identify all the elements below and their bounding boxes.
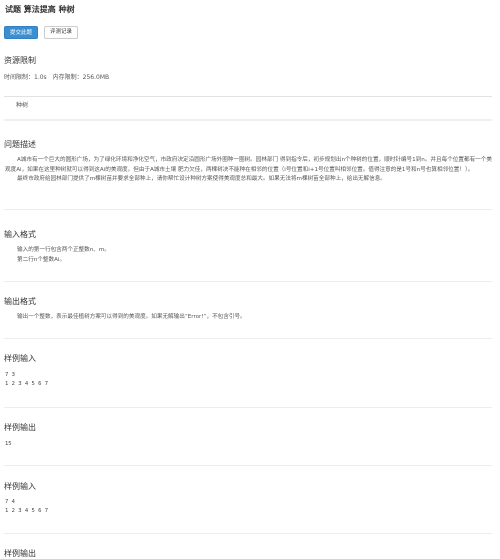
sample-input-line: 7 3 [5, 372, 15, 378]
sample-input-line: 1 2 3 4 5 6 7 [5, 381, 49, 387]
sample-output-block: 15 [5, 440, 12, 449]
divider [4, 119, 492, 121]
output-format-heading: 输出格式 [4, 297, 36, 306]
problem-tag: 种树 [16, 102, 29, 109]
sample-output-heading-2: 样例输出 [4, 549, 36, 558]
description-paragraph-1: A城市有一个巨大的圆形广场，为了绿化环境和净化空气，市政府决定沿圆形广场外圈种一… [5, 157, 492, 173]
description-paragraph-2: 最终市政府给园林部门提供了m棵树苗并要求全部种上，请你帮忙设计种树方案使得美观度… [17, 176, 386, 182]
sample-output-line: 15 [5, 441, 12, 447]
records-button[interactable]: 评测记录 [44, 26, 78, 39]
time-limit: 时间限制：1.0s [4, 74, 47, 81]
sample-input-line: 1 2 3 4 5 6 7 [5, 508, 49, 514]
sample-input-line: 7 4 [5, 499, 15, 505]
input-format-line: 输入的第一行包含两个正整数n、m。 [17, 247, 110, 253]
resource-heading: 资源限制 [4, 56, 36, 65]
output-format-text: 输出一个整数，表示最佳植树方案可以得到的美观度。如果无解输出“Error!”，不… [17, 313, 487, 323]
sample-input-block-2: 7 4 1 2 3 4 5 6 7 [5, 498, 48, 516]
page-title: 试题 算法提高 种树 [5, 5, 75, 14]
resource-limits: 时间限制：1.0s 内存限制：256.0MB [4, 72, 115, 81]
input-format-heading: 输入格式 [4, 230, 36, 239]
input-format-text: 输入的第一行包含两个正整数n、m。 第二行n个整数Ai。 [17, 246, 487, 265]
memory-limit: 内存限制：256.0MB [52, 74, 110, 81]
divider [4, 96, 492, 97]
problem-page: 试题 算法提高 种树 提交此题 评测记录 资源限制 时间限制：1.0s 内存限制：… [0, 0, 500, 558]
divider [4, 338, 492, 339]
divider [4, 407, 492, 408]
sample-output-heading: 样例输出 [4, 423, 36, 432]
output-format-line: 输出一个整数，表示最佳植树方案可以得到的美观度。如果无解输出“Error!”，不… [17, 314, 246, 320]
divider [4, 281, 492, 282]
description-heading: 问题描述 [4, 140, 36, 149]
divider [4, 465, 492, 466]
submit-button[interactable]: 提交此题 [4, 26, 38, 39]
sample-input-heading: 样例输入 [4, 354, 36, 363]
divider [4, 533, 492, 534]
description-text: A城市有一个巨大的圆形广场，为了绿化环境和净化空气，市政府决定沿圆形广场外圈种一… [5, 156, 492, 185]
input-format-line: 第二行n个整数Ai。 [17, 256, 66, 263]
divider [4, 209, 492, 210]
sample-input-heading-2: 样例输入 [4, 482, 36, 491]
sample-input-block: 7 3 1 2 3 4 5 6 7 [5, 371, 48, 389]
